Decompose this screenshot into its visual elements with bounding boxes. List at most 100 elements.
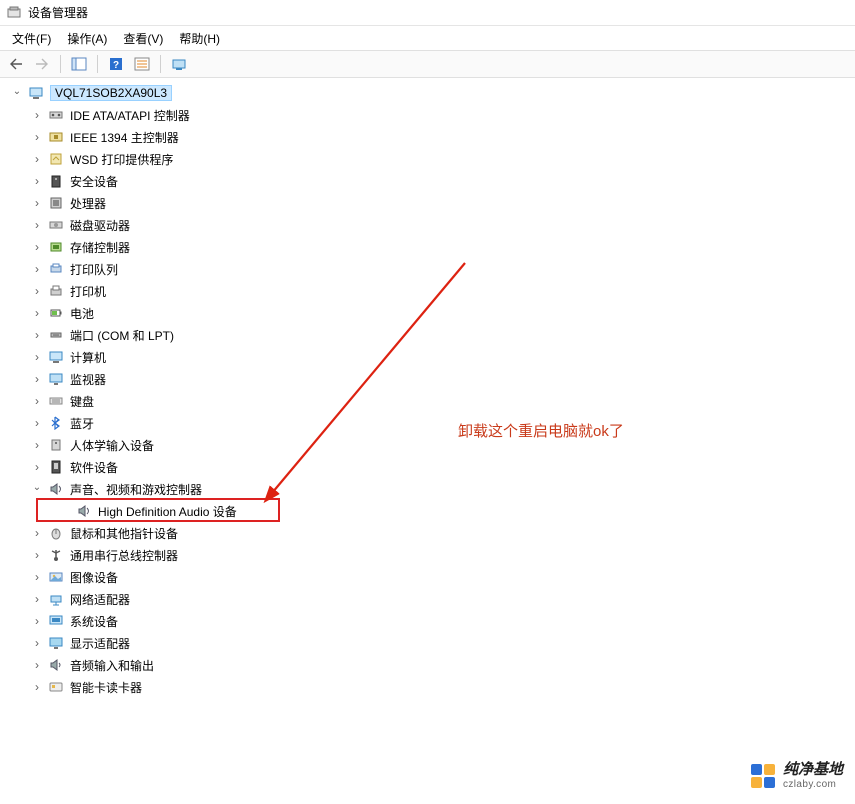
network-icon	[48, 591, 64, 607]
expand-arrow-icon[interactable]	[30, 152, 44, 166]
tree-item-label: 鼠标和其他指针设备	[70, 525, 178, 542]
root-label: VQL71SOB2XA90L3	[50, 85, 172, 101]
tree-item[interactable]: 安全设备	[0, 170, 855, 192]
tree-item[interactable]: 磁盘驱动器	[0, 214, 855, 236]
tree-child-item[interactable]: High Definition Audio 设备	[0, 500, 855, 522]
root-node[interactable]: VQL71SOB2XA90L3	[0, 82, 855, 104]
expand-arrow-icon[interactable]	[10, 86, 24, 100]
expand-arrow-icon[interactable]	[30, 262, 44, 276]
titlebar: 设备管理器	[0, 0, 855, 26]
menubar: 文件(F) 操作(A) 查看(V) 帮助(H)	[0, 26, 855, 50]
cpu-icon	[48, 195, 64, 211]
audio-icon	[48, 657, 64, 673]
tree-item[interactable]: IDE ATA/ATAPI 控制器	[0, 104, 855, 126]
expand-arrow-icon[interactable]	[30, 394, 44, 408]
tree-item[interactable]: WSD 打印提供程序	[0, 148, 855, 170]
expand-arrow-icon[interactable]	[30, 218, 44, 232]
tree-item[interactable]: 处理器	[0, 192, 855, 214]
tree-item[interactable]: 存储控制器	[0, 236, 855, 258]
tree-item[interactable]: 显示适配器	[0, 632, 855, 654]
expand-arrow-icon[interactable]	[30, 482, 44, 496]
tree-item-label: WSD 打印提供程序	[70, 151, 173, 168]
expand-arrow-icon[interactable]	[30, 526, 44, 540]
titlebar-text: 设备管理器	[28, 4, 88, 21]
expand-arrow-icon[interactable]	[30, 548, 44, 562]
expand-arrow-icon[interactable]	[30, 130, 44, 144]
toolbar: ?	[0, 50, 855, 78]
nav-forward-button[interactable]	[30, 53, 54, 75]
scan-hardware-button[interactable]	[167, 53, 191, 75]
expand-arrow-icon[interactable]	[30, 196, 44, 210]
tree-item-label: 打印机	[70, 283, 106, 300]
tree-item[interactable]: 图像设备	[0, 566, 855, 588]
software-icon	[48, 459, 64, 475]
tree-item-label: 网络适配器	[70, 591, 130, 608]
menu-help[interactable]: 帮助(H)	[171, 27, 228, 50]
expand-arrow-icon[interactable]	[30, 636, 44, 650]
tree-item-label: 显示适配器	[70, 635, 130, 652]
expand-arrow-icon[interactable]	[30, 658, 44, 672]
expand-arrow-icon[interactable]	[30, 438, 44, 452]
app-icon	[6, 5, 22, 21]
annotation-text: 卸载这个重启电脑就ok了	[458, 420, 624, 441]
menu-file[interactable]: 文件(F)	[4, 27, 59, 50]
tree-item-label: 端口 (COM 和 LPT)	[70, 327, 174, 344]
tree-item[interactable]: 音频输入和输出	[0, 654, 855, 676]
help-button[interactable]: ?	[104, 53, 128, 75]
computer-icon	[48, 349, 64, 365]
tree-item[interactable]: 端口 (COM 和 LPT)	[0, 324, 855, 346]
mouse-icon	[48, 525, 64, 541]
tree-item[interactable]: 鼠标和其他指针设备	[0, 522, 855, 544]
properties-button[interactable]	[130, 53, 154, 75]
tree-item[interactable]: 通用串行总线控制器	[0, 544, 855, 566]
tree-item[interactable]: 智能卡读卡器	[0, 676, 855, 698]
tree-item-label: 音频输入和输出	[70, 657, 154, 674]
expand-arrow-icon[interactable]	[30, 350, 44, 364]
tree-item[interactable]: 蓝牙	[0, 412, 855, 434]
expand-arrow-icon[interactable]	[30, 614, 44, 628]
tree-item-label: 声音、视频和游戏控制器	[70, 481, 202, 498]
menu-view[interactable]: 查看(V)	[115, 27, 171, 50]
tree-item-label: 智能卡读卡器	[70, 679, 142, 696]
disk-icon	[48, 217, 64, 233]
expand-arrow-icon[interactable]	[30, 592, 44, 606]
tree-item[interactable]: 监视器	[0, 368, 855, 390]
expand-arrow-icon[interactable]	[30, 284, 44, 298]
tree-item[interactable]: 电池	[0, 302, 855, 324]
expand-arrow-icon[interactable]	[30, 460, 44, 474]
tree-item[interactable]: 计算机	[0, 346, 855, 368]
tree-item[interactable]: 键盘	[0, 390, 855, 412]
tree-item-label: 人体学输入设备	[70, 437, 154, 454]
tree-item[interactable]: 声音、视频和游戏控制器	[0, 478, 855, 500]
tree-item[interactable]: 打印队列	[0, 258, 855, 280]
tree-item[interactable]: 软件设备	[0, 456, 855, 478]
tree-item[interactable]: 网络适配器	[0, 588, 855, 610]
tree-item-label: 磁盘驱动器	[70, 217, 130, 234]
tree-item-label: IEEE 1394 主控制器	[70, 129, 179, 146]
tree-item[interactable]: IEEE 1394 主控制器	[0, 126, 855, 148]
menu-action[interactable]: 操作(A)	[59, 27, 115, 50]
expand-arrow-icon[interactable]	[30, 328, 44, 342]
smartcard-icon	[48, 679, 64, 695]
expand-arrow-icon[interactable]	[30, 680, 44, 694]
expand-arrow-icon[interactable]	[30, 570, 44, 584]
tree-item-label: 软件设备	[70, 459, 118, 476]
device-tree[interactable]: VQL71SOB2XA90L3 IDE ATA/ATAPI 控制器 IEEE 13…	[0, 78, 855, 702]
port-icon	[48, 327, 64, 343]
computer-icon	[28, 85, 44, 101]
expand-arrow-icon[interactable]	[30, 108, 44, 122]
tree-item[interactable]: 打印机	[0, 280, 855, 302]
tree-item-label: 系统设备	[70, 613, 118, 630]
tree-item[interactable]: 人体学输入设备	[0, 434, 855, 456]
expand-arrow-icon[interactable]	[30, 306, 44, 320]
ieee-icon	[48, 129, 64, 145]
expand-arrow-icon[interactable]	[30, 372, 44, 386]
tree-item[interactable]: 系统设备	[0, 610, 855, 632]
hid-icon	[48, 437, 64, 453]
nav-back-button[interactable]	[4, 53, 28, 75]
expand-arrow-icon[interactable]	[30, 240, 44, 254]
show-hide-tree-button[interactable]	[67, 53, 91, 75]
ide-icon	[48, 107, 64, 123]
expand-arrow-icon[interactable]	[30, 416, 44, 430]
expand-arrow-icon[interactable]	[30, 174, 44, 188]
